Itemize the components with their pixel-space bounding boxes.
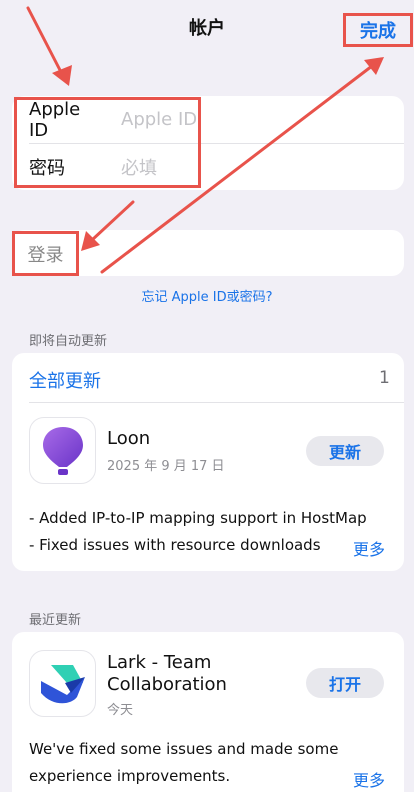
section-title-upcoming: 即将自动更新	[29, 334, 108, 349]
lark-app-name-line-1: Lark - Team	[107, 652, 212, 673]
section-title-recent: 最近更新	[29, 613, 82, 628]
loon-more-link[interactable]: 更多	[353, 536, 385, 560]
arrow-head-fields	[52, 65, 72, 86]
loon-note-line-1: - Added IP-to-IP mapping support in Host…	[29, 509, 367, 527]
lark-open-button[interactable]: 打开	[306, 668, 384, 698]
lark-app-name-line-2: Collaboration	[107, 674, 227, 695]
loon-app-name: Loon	[107, 428, 151, 449]
loon-note-line-2: - Fixed issues with resource downloads	[29, 536, 321, 554]
lark-note-line-1: We've fixed some issues and made some	[29, 740, 339, 758]
done-button[interactable]: 完成	[343, 13, 413, 47]
balloon-icon	[42, 426, 83, 475]
annotation-box-fields	[14, 97, 201, 188]
update-count: 1	[379, 368, 390, 388]
lark-more-link[interactable]: 更多	[353, 767, 385, 791]
lark-app-icon[interactable]	[29, 650, 96, 717]
update-all-button[interactable]: 全部更新	[29, 367, 101, 393]
lark-note-line-2: experience improvements.	[29, 767, 231, 785]
arrow-head-done	[364, 57, 384, 75]
lark-app-date: 今天	[107, 703, 134, 718]
loon-app-date: 2025 年 9 月 17 日	[107, 459, 225, 474]
lark-bird-icon	[40, 664, 85, 703]
loon-update-button[interactable]: 更新	[306, 436, 384, 466]
divider	[29, 402, 404, 403]
forgot-link[interactable]: 忘记 Apple ID或密码?	[0, 286, 414, 305]
sign-in-button[interactable]: 登录	[12, 231, 79, 276]
loon-app-icon[interactable]	[29, 417, 96, 484]
